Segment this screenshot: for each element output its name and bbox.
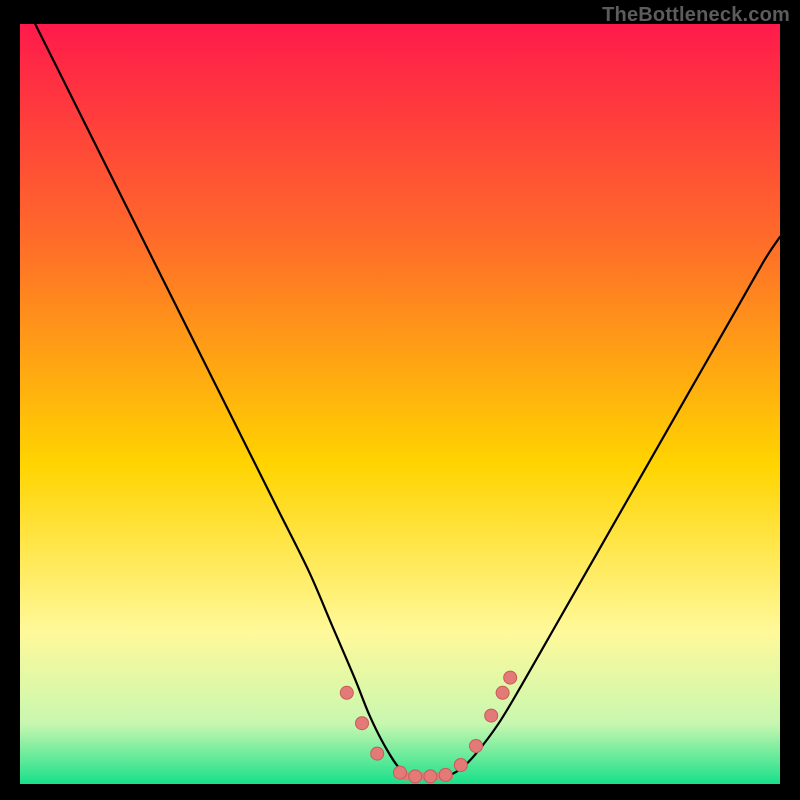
data-marker — [424, 770, 437, 783]
chart-frame: TheBottleneck.com — [0, 0, 800, 800]
data-marker — [439, 768, 452, 781]
data-marker — [394, 766, 407, 779]
gradient-background — [20, 24, 780, 784]
data-marker — [340, 686, 353, 699]
data-marker — [504, 671, 517, 684]
watermark-text: TheBottleneck.com — [602, 4, 790, 27]
data-marker — [470, 740, 483, 753]
data-marker — [356, 717, 369, 730]
data-marker — [371, 747, 384, 760]
plot-area — [20, 24, 780, 784]
data-marker — [409, 770, 422, 783]
data-marker — [485, 709, 498, 722]
chart-svg — [20, 24, 780, 784]
data-marker — [496, 686, 509, 699]
data-marker — [454, 759, 467, 772]
